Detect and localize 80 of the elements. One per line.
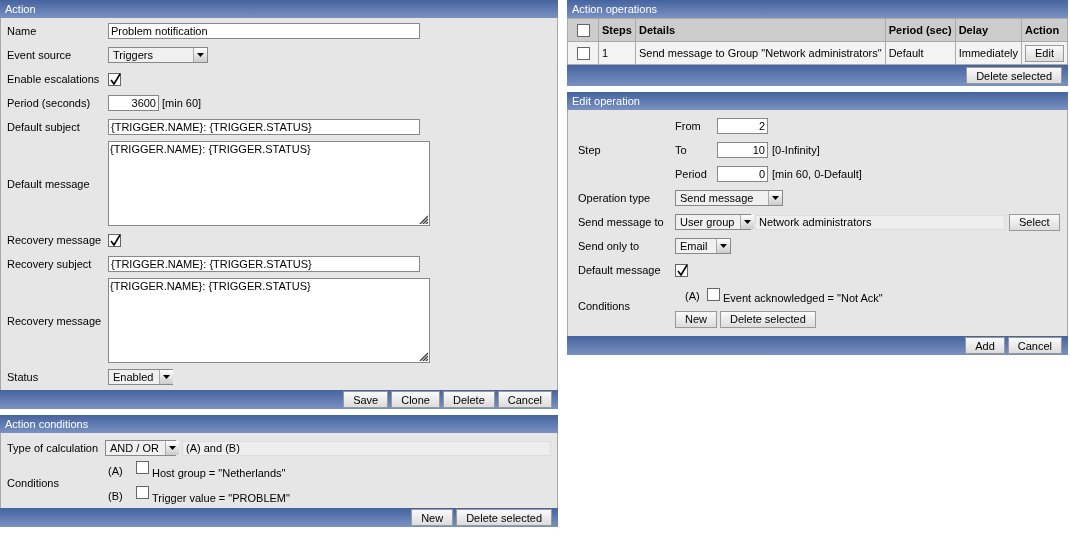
button[interactable]: Edit bbox=[1025, 44, 1064, 62]
field-label: From bbox=[675, 120, 702, 132]
button[interactable]: New bbox=[411, 509, 454, 526]
dropdown[interactable]: Email bbox=[675, 238, 731, 254]
field-label: Name bbox=[7, 25, 38, 37]
field-label: Recovery subject bbox=[7, 258, 93, 270]
button[interactable]: New bbox=[675, 310, 717, 328]
field-label: Step bbox=[578, 144, 602, 156]
column-header: Delay bbox=[955, 18, 1022, 42]
button[interactable]: Delete bbox=[442, 391, 495, 408]
field-label: Send only to bbox=[578, 240, 641, 252]
checkbox[interactable] bbox=[707, 287, 720, 301]
input-field[interactable]: {TRIGGER.NAME}: {TRIGGER.STATUS} bbox=[108, 119, 420, 135]
field-label: Conditions bbox=[578, 300, 631, 312]
dropdown[interactable]: Triggers bbox=[108, 47, 208, 63]
input-field[interactable]: 10 bbox=[717, 142, 768, 158]
field-label: Period (seconds) bbox=[7, 97, 92, 109]
dropdown[interactable]: Enabled bbox=[108, 369, 173, 385]
table-cell: Send message to Group "Network administrators" bbox=[635, 41, 886, 65]
field-label: Conditions bbox=[7, 477, 60, 489]
button[interactable]: Clone bbox=[391, 391, 440, 408]
button[interactable]: Select bbox=[1009, 213, 1060, 231]
text-area[interactable]: {TRIGGER.NAME}: {TRIGGER.STATUS} bbox=[108, 278, 430, 363]
field-label: Default message bbox=[578, 264, 662, 276]
checkbox[interactable] bbox=[108, 72, 121, 86]
input-field[interactable]: 2 bbox=[717, 118, 768, 134]
field-label: Default message bbox=[7, 177, 91, 190]
condition-text: Host group = "Netherlands" bbox=[152, 465, 286, 479]
field-label: Event source bbox=[7, 49, 73, 61]
resize-grip-icon bbox=[419, 215, 428, 224]
column-header: Period (sec) bbox=[885, 18, 956, 42]
condition-text: Event acknowledged = "Not Ack" bbox=[723, 290, 883, 304]
panel-header: Action conditions bbox=[0, 415, 558, 433]
field-label: Enable escalations bbox=[7, 73, 101, 85]
checkbox[interactable] bbox=[136, 486, 149, 499]
button[interactable]: Delete selected bbox=[456, 509, 552, 526]
condition-tag: (B) bbox=[108, 489, 136, 502]
button[interactable]: Cancel bbox=[1007, 337, 1062, 354]
field-label: Recovery message bbox=[7, 314, 103, 327]
input-field[interactable]: 0 bbox=[717, 166, 768, 182]
button[interactable]: Delete selected bbox=[966, 67, 1062, 84]
input-field: Network administrators bbox=[755, 214, 1005, 230]
dropdown[interactable]: AND / OR bbox=[105, 440, 176, 456]
column-header: Steps bbox=[598, 18, 636, 42]
dropdown[interactable]: Send message bbox=[675, 190, 783, 206]
hint-text: [min 60, 0-Default] bbox=[772, 168, 862, 180]
button[interactable]: Cancel bbox=[497, 391, 552, 408]
condition-tag: (A) bbox=[108, 464, 136, 477]
text-area[interactable]: {TRIGGER.NAME}: {TRIGGER.STATUS} bbox=[108, 141, 430, 226]
panel-header: Action bbox=[0, 0, 558, 18]
panel-header: Edit operation bbox=[567, 92, 1068, 110]
input-field[interactable]: 3600 bbox=[108, 95, 159, 111]
field-label: Recovery message bbox=[7, 234, 103, 246]
input-field[interactable]: Problem notification bbox=[108, 23, 420, 39]
checkbox[interactable] bbox=[576, 46, 590, 60]
field-label: To bbox=[675, 144, 688, 156]
panel-header: Action operations bbox=[567, 0, 1068, 18]
checkbox[interactable] bbox=[136, 461, 149, 474]
hint-text: [min 60] bbox=[162, 97, 202, 109]
checkbox[interactable] bbox=[675, 263, 688, 277]
condition-tag: (A) bbox=[685, 290, 707, 302]
checkbox[interactable] bbox=[576, 23, 590, 37]
field-label: Type of calculation bbox=[7, 442, 100, 454]
field-label: Period bbox=[675, 168, 708, 180]
dropdown[interactable]: User group bbox=[675, 214, 751, 230]
resize-grip-icon bbox=[419, 352, 428, 361]
button[interactable]: Add bbox=[965, 337, 1005, 354]
button[interactable]: Delete selected bbox=[720, 310, 816, 328]
column-header: Details bbox=[635, 18, 886, 42]
condition-text: Trigger value = "PROBLEM" bbox=[152, 490, 290, 504]
formula-field: (A) and (B) bbox=[182, 440, 551, 456]
checkbox[interactable] bbox=[108, 233, 121, 247]
field-label: Operation type bbox=[578, 192, 652, 204]
field-label: Status bbox=[7, 371, 40, 383]
column-header: Action bbox=[1021, 18, 1068, 42]
field-label: Default subject bbox=[7, 121, 81, 133]
field-label: Send message to bbox=[578, 216, 665, 228]
hint-text: [0-Infinity] bbox=[772, 144, 820, 156]
input-field[interactable]: {TRIGGER.NAME}: {TRIGGER.STATUS} bbox=[108, 256, 420, 272]
button[interactable]: Save bbox=[343, 391, 389, 408]
